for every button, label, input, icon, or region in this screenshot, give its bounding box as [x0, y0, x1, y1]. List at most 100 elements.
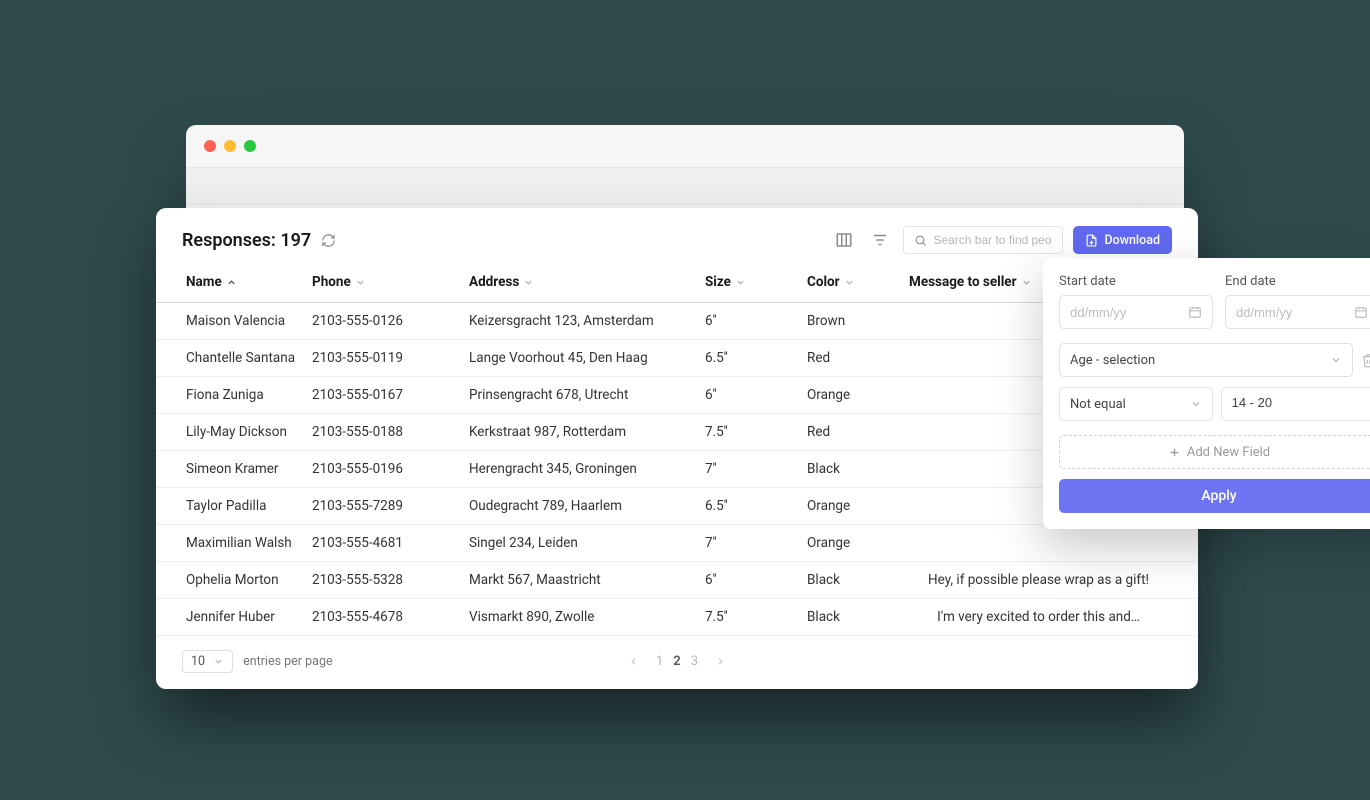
cell-address: Lange Voorhout 45, Den Haag — [463, 340, 699, 377]
table-header-row: Name Phone Address Size Color — [156, 264, 1198, 303]
panel-header: Responses: 197 — [156, 226, 1198, 264]
start-date-label: Start date — [1059, 274, 1213, 289]
start-date-input[interactable] — [1070, 305, 1188, 320]
cell-size: 6'' — [699, 303, 801, 340]
page-title: Responses: 197 — [182, 230, 311, 251]
filter-value-input-wrap[interactable] — [1221, 387, 1370, 421]
cell-phone: 2103-555-0188 — [306, 414, 463, 451]
cell-phone: 2103-555-4681 — [306, 525, 463, 562]
table-row[interactable]: Jennifer Huber2103-555-4678Vismarkt 890,… — [156, 599, 1198, 636]
browser-titlebar — [186, 125, 1184, 167]
table-row[interactable]: Lily-May Dickson2103-555-0188Kerkstraat … — [156, 414, 1198, 451]
table-row[interactable]: Taylor Padilla2103-555-7289Oudegracht 78… — [156, 488, 1198, 525]
filter-icon[interactable] — [867, 227, 893, 253]
table-row[interactable]: Maximilian Walsh2103-555-4681Singel 234,… — [156, 525, 1198, 562]
panel-footer: 10 entries per page 123 — [156, 636, 1198, 673]
calendar-icon — [1354, 305, 1368, 319]
end-date-label: End date — [1225, 274, 1370, 289]
col-header-color[interactable]: Color — [801, 264, 903, 303]
cell-color: Black — [801, 451, 903, 488]
cell-size: 6'' — [699, 562, 801, 599]
entries-per-page-select[interactable]: 10 — [182, 650, 233, 673]
filter-value-input[interactable] — [1232, 395, 1368, 410]
delete-filter-button[interactable] — [1361, 353, 1370, 368]
cell-name: Lily-May Dickson — [156, 414, 306, 451]
cell-phone: 2103-555-4678 — [306, 599, 463, 636]
cell-address: Keizersgracht 123, Amsterdam — [463, 303, 699, 340]
responses-table: Name Phone Address Size Color — [156, 264, 1198, 636]
end-date-input[interactable] — [1236, 305, 1354, 320]
add-filter-button[interactable]: Add New Field — [1059, 435, 1370, 469]
columns-icon[interactable] — [831, 227, 857, 253]
table-row[interactable]: Simeon Kramer2103-555-0196Herengracht 34… — [156, 451, 1198, 488]
cell-color: Black — [801, 599, 903, 636]
close-window-button[interactable] — [204, 140, 216, 152]
cell-phone: 2103-555-0167 — [306, 377, 463, 414]
add-filter-label: Add New Field — [1187, 445, 1270, 460]
filter-condition-select[interactable]: Not equal — [1059, 387, 1213, 421]
col-header-phone[interactable]: Phone — [306, 264, 463, 303]
pager-page-1[interactable]: 1 — [656, 654, 663, 669]
cell-name: Chantelle Santana — [156, 340, 306, 377]
search-icon — [914, 234, 927, 247]
download-button[interactable]: Download — [1073, 226, 1172, 254]
maximize-window-button[interactable] — [244, 140, 256, 152]
cell-color: Orange — [801, 377, 903, 414]
chevron-down-icon — [1330, 354, 1342, 366]
download-label: Download — [1104, 233, 1160, 248]
cell-name: Maison Valencia — [156, 303, 306, 340]
search-input-wrap[interactable] — [903, 226, 1063, 254]
cell-msg: Hey, if possible please wrap as a gift! — [903, 562, 1198, 599]
cell-size: 7.5'' — [699, 414, 801, 451]
cell-name: Maximilian Walsh — [156, 525, 306, 562]
cell-name: Taylor Padilla — [156, 488, 306, 525]
sort-asc-icon — [226, 277, 237, 288]
cell-size: 7'' — [699, 525, 801, 562]
pager-next-button[interactable] — [715, 656, 726, 667]
title-prefix: Responses: — [182, 230, 276, 251]
search-input[interactable] — [933, 233, 1052, 247]
start-date-input-wrap[interactable] — [1059, 295, 1213, 329]
minimize-window-button[interactable] — [224, 140, 236, 152]
chevron-down-icon — [844, 277, 855, 288]
chevron-down-icon — [1021, 277, 1032, 288]
table-row[interactable]: Maison Valencia2103-555-0126Keizersgrach… — [156, 303, 1198, 340]
cell-name: Jennifer Huber — [156, 599, 306, 636]
entries-label: entries per page — [243, 654, 333, 669]
pager-page-2[interactable]: 2 — [673, 654, 680, 669]
cell-color: Black — [801, 562, 903, 599]
cell-phone: 2103-555-7289 — [306, 488, 463, 525]
table-row[interactable]: Chantelle Santana2103-555-0119Lange Voor… — [156, 340, 1198, 377]
cell-size: 7.5'' — [699, 599, 801, 636]
col-header-address[interactable]: Address — [463, 264, 699, 303]
cell-size: 6.5'' — [699, 488, 801, 525]
apply-filter-button[interactable]: Apply — [1059, 479, 1370, 513]
cell-name: Simeon Kramer — [156, 451, 306, 488]
refresh-icon[interactable] — [321, 233, 336, 248]
filter-field-select[interactable]: Age - selection — [1059, 343, 1353, 377]
end-date-input-wrap[interactable] — [1225, 295, 1370, 329]
cell-phone: 2103-555-0126 — [306, 303, 463, 340]
cell-address: Herengracht 345, Groningen — [463, 451, 699, 488]
cell-size: 6.5'' — [699, 340, 801, 377]
cell-phone: 2103-555-5328 — [306, 562, 463, 599]
calendar-icon — [1188, 305, 1202, 319]
browser-toolbar — [186, 167, 1184, 205]
cell-name: Ophelia Morton — [156, 562, 306, 599]
responses-panel: Responses: 197 — [156, 208, 1198, 689]
pager-prev-button[interactable] — [628, 656, 639, 667]
chevron-down-icon — [735, 277, 746, 288]
cell-address: Kerkstraat 987, Rotterdam — [463, 414, 699, 451]
pager-page-3[interactable]: 3 — [691, 654, 698, 669]
chevron-down-icon — [523, 277, 534, 288]
table-row[interactable]: Fiona Zuniga2103-555-0167Prinsengracht 6… — [156, 377, 1198, 414]
cell-color: Brown — [801, 303, 903, 340]
col-header-size[interactable]: Size — [699, 264, 801, 303]
cell-phone: 2103-555-0119 — [306, 340, 463, 377]
chevron-down-icon — [1190, 398, 1202, 410]
cell-address: Prinsengracht 678, Utrecht — [463, 377, 699, 414]
table-row[interactable]: Ophelia Morton2103-555-5328Markt 567, Ma… — [156, 562, 1198, 599]
col-header-name[interactable]: Name — [156, 264, 306, 303]
cell-color: Red — [801, 340, 903, 377]
cell-address: Markt 567, Maastricht — [463, 562, 699, 599]
